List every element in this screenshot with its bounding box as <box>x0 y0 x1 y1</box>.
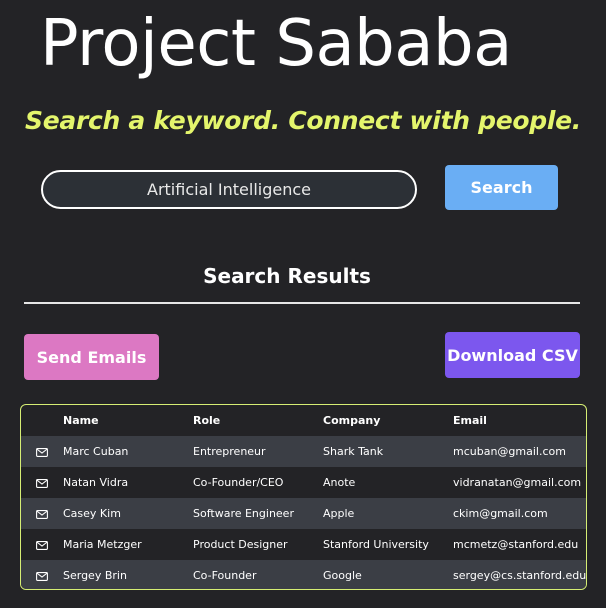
results-table: Name Role Company Email Marc Cuban Entre… <box>21 405 586 589</box>
cell-name: Maria Metzger <box>63 538 142 551</box>
search-input[interactable] <box>41 170 417 209</box>
cell-company: Google <box>323 569 362 582</box>
table-row[interactable]: Maria Metzger Product Designer Stanford … <box>21 529 586 560</box>
cell-name: Casey Kim <box>63 507 121 520</box>
send-emails-button[interactable]: Send Emails <box>24 334 159 380</box>
cell-role: Product Designer <box>193 538 288 551</box>
cell-company: Anote <box>323 476 356 489</box>
cell-name: Sergey Brin <box>63 569 127 582</box>
mail-cell <box>21 467 63 498</box>
cell-email: mcuban@gmail.com <box>453 445 566 458</box>
mail-icon[interactable] <box>36 447 48 457</box>
table-row[interactable]: Casey Kim Software Engineer Apple ckim@g… <box>21 498 586 529</box>
cell-company: Shark Tank <box>323 445 384 458</box>
table-header-row: Name Role Company Email <box>21 405 586 436</box>
mail-icon[interactable] <box>36 540 48 550</box>
cell-company: Stanford University <box>323 538 429 551</box>
cell-role: Co-Founder/CEO <box>193 476 284 489</box>
table-row[interactable]: Sergey Brin Co-Founder Google sergey@cs.… <box>21 560 586 589</box>
column-header-name: Name <box>63 414 99 427</box>
app-title: Project Sababa <box>40 7 512 81</box>
cell-role: Entrepreneur <box>193 445 266 458</box>
cell-role: Co-Founder <box>193 569 257 582</box>
cell-name: Natan Vidra <box>63 476 129 489</box>
cell-email: vidranatan@gmail.com <box>453 476 582 489</box>
mail-cell <box>21 498 63 529</box>
column-header-role: Role <box>193 414 221 427</box>
cell-email: mcmetz@stanford.edu <box>453 538 579 551</box>
column-header-icon <box>21 405 63 436</box>
table-row[interactable]: Marc Cuban Entrepreneur Shark Tank mcuba… <box>21 436 586 467</box>
cell-name: Marc Cuban <box>63 445 129 458</box>
mail-cell <box>21 436 63 467</box>
cell-email: ckim@gmail.com <box>453 507 548 520</box>
column-header-email: Email <box>453 414 487 427</box>
column-header-company: Company <box>323 414 381 427</box>
mail-cell <box>21 529 63 560</box>
mail-icon[interactable] <box>36 571 48 581</box>
table-row[interactable]: Natan Vidra Co-Founder/CEO Anote vidrana… <box>21 467 586 498</box>
results-table-container: Name Role Company Email Marc Cuban Entre… <box>20 404 587 590</box>
download-csv-button[interactable]: Download CSV <box>445 332 580 378</box>
search-button[interactable]: Search <box>445 165 558 210</box>
cell-role: Software Engineer <box>193 507 294 520</box>
search-results-heading: Search Results <box>203 264 371 288</box>
tagline: Search a keyword. Connect with people. <box>25 106 581 135</box>
cell-email: sergey@cs.stanford.edu <box>453 569 586 582</box>
results-divider <box>24 302 580 304</box>
mail-icon[interactable] <box>36 509 48 519</box>
mail-icon[interactable] <box>36 478 48 488</box>
cell-company: Apple <box>323 507 355 520</box>
mail-cell <box>21 560 63 589</box>
